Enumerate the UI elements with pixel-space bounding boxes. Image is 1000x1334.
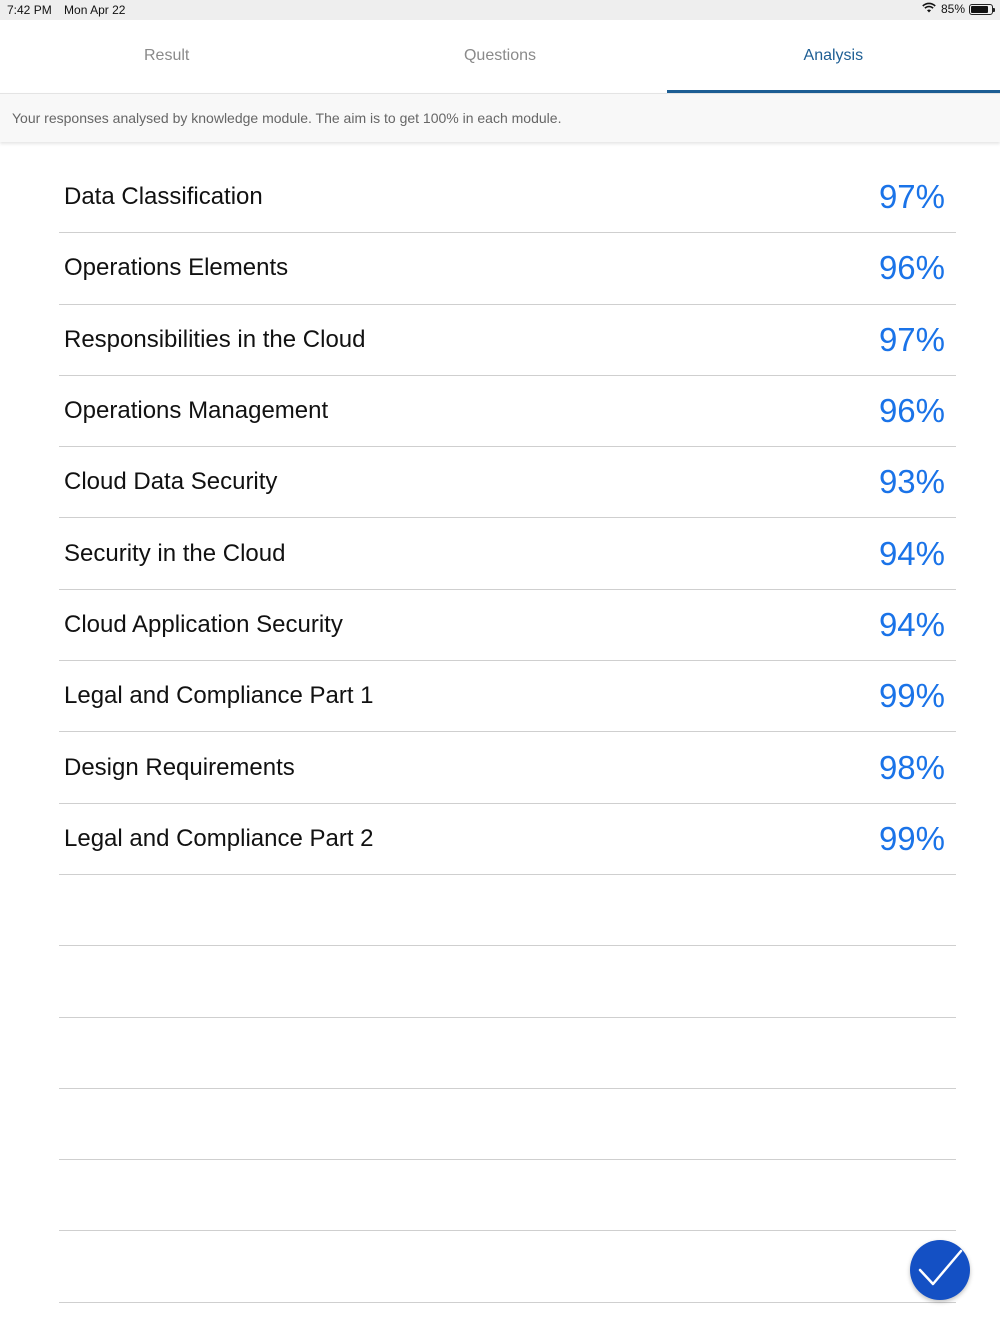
module-name: Cloud Application Security	[64, 610, 343, 638]
module-name: Cloud Data Security	[64, 468, 278, 496]
module-score: 97%	[878, 178, 945, 216]
tab-analysis[interactable]: Analysis	[666, 20, 1000, 93]
module-score: 97%	[878, 320, 945, 358]
module-row[interactable]: Operations Management 96%	[59, 376, 956, 448]
battery-icon	[969, 3, 995, 15]
wifi-icon	[922, 2, 936, 16]
empty-row	[59, 1089, 956, 1161]
module-name: Data Classification	[64, 183, 263, 211]
module-name: Operations Elements	[64, 254, 289, 282]
module-list: Data Classification 97% Operations Element…	[59, 162, 956, 1303]
empty-row	[59, 1018, 956, 1089]
checkmark-icon	[916, 1248, 964, 1293]
status-time: 7:42 PM	[7, 3, 52, 17]
module-row[interactable]: Cloud Data Security 93%	[59, 447, 956, 519]
module-score: 99%	[878, 819, 945, 857]
done-button[interactable]	[910, 1240, 970, 1300]
module-score: 93%	[878, 463, 945, 501]
module-score: 94%	[878, 605, 945, 643]
status-left: 7:42 PM Mon Apr 22	[7, 3, 134, 17]
analysis-description: Your responses analysed by knowledge mod…	[0, 93, 1000, 142]
status-right: 85%	[922, 2, 995, 16]
tab-bar: Result Questions Analysis	[0, 20, 1000, 93]
battery-percent: 85%	[940, 2, 965, 16]
module-score: 94%	[878, 534, 945, 572]
module-row[interactable]: Operations Elements 96%	[59, 233, 956, 305]
module-row[interactable]: Responsibilities in the Cloud 97%	[59, 305, 956, 376]
empty-row	[59, 946, 956, 1018]
module-row[interactable]: Data Classification 97%	[59, 162, 956, 234]
module-row[interactable]: Security in the Cloud 94%	[59, 518, 956, 590]
status-bar: 7:42 PM Mon Apr 22 85%	[0, 0, 1000, 20]
module-name: Legal and Compliance Part 1	[64, 682, 374, 710]
module-row[interactable]: Cloud Application Security 94%	[59, 590, 956, 662]
module-name: Legal and Compliance Part 2	[64, 824, 374, 852]
tab-result[interactable]: Result	[0, 20, 333, 93]
empty-row	[59, 1231, 956, 1303]
module-row[interactable]: Design Requirements 98%	[59, 732, 956, 804]
tab-questions[interactable]: Questions	[333, 20, 666, 93]
module-score: 96%	[878, 392, 945, 430]
module-name: Operations Management	[64, 397, 329, 425]
empty-row	[59, 875, 956, 947]
module-name: Security in the Cloud	[64, 539, 286, 567]
module-row[interactable]: Legal and Compliance Part 2 99%	[59, 804, 956, 875]
module-score: 98%	[878, 748, 945, 786]
module-name: Responsibilities in the Cloud	[64, 325, 366, 353]
empty-row	[59, 1160, 956, 1232]
module-row[interactable]: Legal and Compliance Part 1 99%	[59, 661, 956, 733]
status-date: Mon Apr 22	[64, 3, 126, 17]
module-score: 96%	[878, 249, 945, 287]
module-score: 99%	[878, 677, 945, 715]
module-name: Design Requirements	[64, 753, 295, 781]
